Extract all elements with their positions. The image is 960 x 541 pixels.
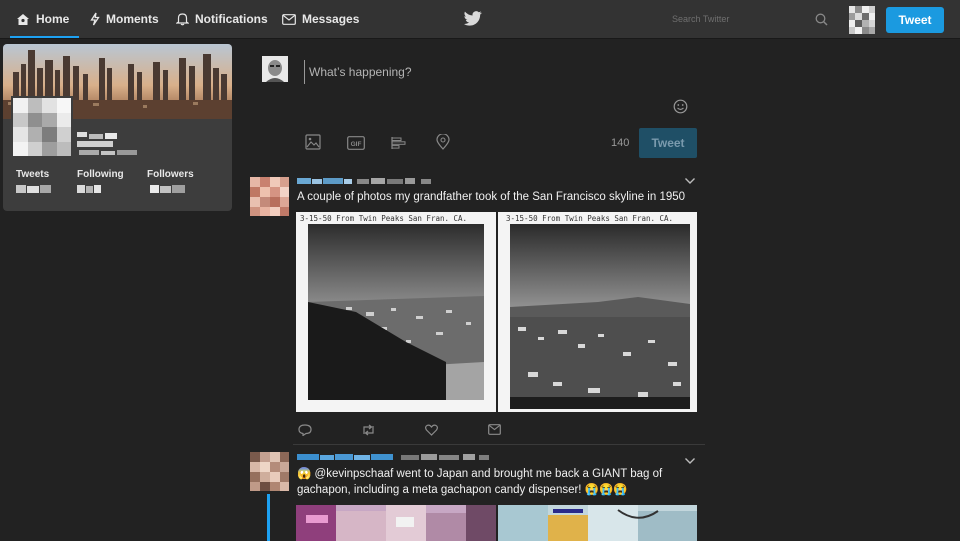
retweet-icon[interactable] [361,424,376,436]
tweets-count-redacted [16,185,51,193]
composer-avatar [262,56,288,82]
tweet-photo-2[interactable]: 3-15-50 From Twin Peaks San Fran. CA. [498,212,697,412]
chevron-down-icon[interactable] [684,177,696,185]
following-stat-label[interactable]: Following [77,169,124,180]
followers-count-redacted [150,185,185,193]
profile-card: Tweets Following Followers [3,44,232,211]
following-count-redacted [77,185,101,193]
composer-input[interactable] [304,60,691,84]
thread-connector-line [267,494,270,541]
nav-moments-label: Moments [106,12,159,26]
photo-2-caption: 3-15-50 From Twin Peaks San Fran. CA. [506,214,673,223]
tweet-photo-4[interactable] [498,505,697,541]
nav-home[interactable]: Home [9,0,80,38]
search-icon[interactable] [815,13,828,26]
tweet-author-name-redacted[interactable] [297,453,492,462]
image-icon[interactable] [305,134,321,150]
heart-icon[interactable] [425,424,438,436]
tweet-photo-1[interactable]: 3-15-50 From Twin Peaks San Fran. CA. [296,212,496,412]
tweet-divider [293,444,705,445]
tweet-button[interactable]: Tweet [886,7,944,33]
profile-name-redacted [77,132,137,155]
poll-icon[interactable] [391,136,407,150]
profile-avatar[interactable] [11,96,73,158]
chevron-down-icon[interactable] [684,457,696,465]
gif-icon[interactable]: GIF [347,136,365,150]
tweet-author-avatar[interactable] [250,452,289,491]
location-pin-icon[interactable] [436,134,450,150]
nav-home-label: Home [36,12,70,26]
bell-icon [176,13,189,26]
tweet-text: A couple of photos my grandfather took o… [297,191,686,203]
smiley-icon[interactable] [673,99,688,114]
direct-message-icon[interactable] [488,424,501,435]
svg-text:GIF: GIF [351,141,362,148]
tweet-text: 😱 @kevinpschaaf went to Japan and brough… [297,468,663,496]
tweet-photo-3[interactable] [296,505,496,541]
nav-messages-label: Messages [302,12,360,26]
envelope-icon [282,13,296,25]
search-input[interactable] [664,8,836,30]
tweets-stat-label[interactable]: Tweets [16,169,49,180]
tweet-author-avatar[interactable] [250,177,289,216]
lightning-icon [90,12,100,26]
tweet-author-name-redacted[interactable] [297,177,437,186]
top-navigation-bar: Home Moments Notifications Messages Twee… [0,0,960,39]
nav-notifications[interactable]: Notifications [176,0,268,38]
photo-1-caption: 3-15-50 From Twin Peaks San Fran. CA. [300,214,467,223]
nav-moments[interactable]: Moments [90,0,159,38]
home-icon [17,13,29,25]
nav-notifications-label: Notifications [195,12,268,26]
composer-tweet-button[interactable]: Tweet [639,128,697,158]
user-avatar[interactable] [849,6,875,34]
reply-icon[interactable] [298,424,312,436]
nav-messages[interactable]: Messages [282,0,359,38]
followers-stat-label[interactable]: Followers [147,169,194,180]
character-counter: 140 [611,137,630,149]
twitter-bird-icon[interactable] [464,11,482,26]
